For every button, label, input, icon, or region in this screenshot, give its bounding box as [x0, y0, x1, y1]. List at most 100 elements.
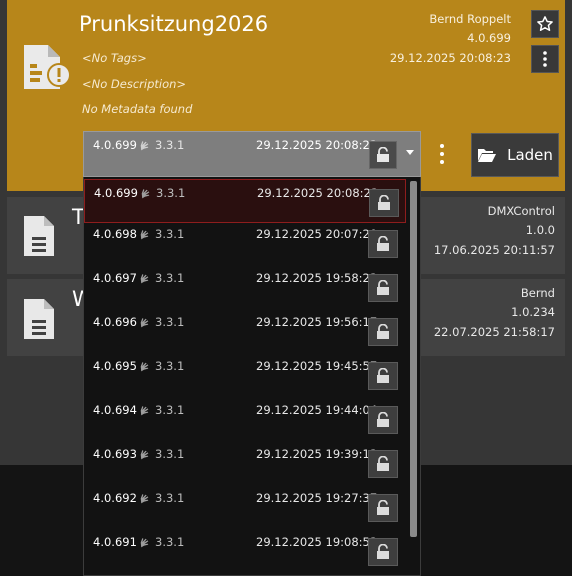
row-engine-version: 3.3.1 [155, 491, 185, 505]
row-lock-button[interactable] [369, 189, 399, 217]
project-version: 1.0.0 [525, 223, 555, 237]
load-button-label: Laden [507, 146, 553, 164]
project-tags: <No Tags> [82, 51, 147, 65]
row-engine-version: 3.3.1 [155, 315, 185, 329]
kebab-dot [440, 152, 444, 156]
project-date: 29.12.2025 20:08:23 [389, 51, 511, 65]
gesture-hand-icon [140, 405, 149, 415]
kebab-dot [440, 144, 444, 148]
load-button[interactable]: Laden [471, 133, 559, 177]
kebab-menu-icon [543, 51, 547, 67]
row-version: 4.0.691 [93, 535, 137, 549]
row-engine-version: 3.3.1 [155, 227, 185, 241]
row-lock-button[interactable] [368, 230, 398, 258]
version-row[interactable]: 4.0.694 3.3.1 29.12.2025 19:44:04 [84, 397, 406, 441]
row-date: 29.12.2025 20:07:20 [256, 227, 378, 241]
row-lock-button[interactable] [368, 538, 398, 566]
combo-date: 29.12.2025 20:08:23 [256, 138, 378, 152]
row-engine: 3.3.1 [138, 315, 184, 332]
row-engine: 3.3.1 [138, 491, 184, 508]
row-date: 29.12.2025 20:08:23 [257, 186, 379, 200]
row-engine: 3.3.1 [139, 186, 185, 203]
gesture-hand-icon [140, 229, 149, 239]
chevron-down-icon[interactable] [406, 150, 414, 155]
row-engine-version: 3.3.1 [155, 359, 185, 373]
gesture-hand-icon [140, 493, 149, 503]
row-version: 4.0.697 [93, 271, 137, 285]
document-icon [23, 298, 55, 340]
unlock-icon [377, 456, 389, 471]
row-engine-version: 3.3.1 [155, 403, 185, 417]
version-menu-button[interactable] [428, 134, 456, 174]
unlock-icon [377, 544, 389, 559]
folder-open-icon [478, 149, 497, 162]
version-select[interactable]: 4.0.699 3.3.1 29.12.2025 20:08:23 [83, 131, 421, 177]
gesture-hand-icon [140, 317, 149, 327]
row-version: 4.0.698 [93, 227, 137, 241]
lock-toggle-button[interactable] [369, 141, 397, 169]
row-date: 29.12.2025 19:08:53 [256, 535, 378, 549]
row-engine-version: 3.3.1 [156, 186, 186, 200]
version-row[interactable]: 4.0.697 3.3.1 29.12.2025 19:58:23 [84, 265, 406, 309]
row-lock-button[interactable] [368, 362, 398, 390]
row-date: 29.12.2025 19:27:37 [256, 491, 378, 505]
document-warning-icon [23, 44, 73, 90]
row-date: 29.12.2025 19:56:17 [256, 315, 378, 329]
kebab-dot [440, 160, 444, 164]
row-lock-button[interactable] [368, 318, 398, 346]
unlock-icon [377, 236, 389, 251]
unlock-icon [377, 500, 389, 515]
favorite-button[interactable] [531, 10, 559, 38]
project-title: Prunksitzung2026 [79, 12, 269, 36]
version-row[interactable]: 4.0.692 3.3.1 29.12.2025 19:27:37 [84, 485, 406, 529]
project-description: <No Description> [82, 77, 187, 91]
version-row[interactable]: 4.0.698 3.3.1 29.12.2025 20:07:20 [84, 221, 406, 265]
scrollbar-thumb[interactable] [410, 181, 417, 537]
unlock-icon [377, 280, 389, 295]
star-icon [537, 16, 553, 31]
combo-engine-version: 3.3.1 [155, 138, 185, 152]
card-menu-button[interactable] [531, 45, 559, 73]
gesture-hand-icon [140, 449, 149, 459]
row-engine: 3.3.1 [138, 359, 184, 376]
unlock-icon [377, 147, 389, 162]
gesture-hand-icon [140, 140, 149, 150]
row-date: 29.12.2025 19:39:13 [256, 447, 378, 461]
row-engine: 3.3.1 [138, 447, 184, 464]
row-version: 4.0.696 [93, 315, 137, 329]
row-date: 29.12.2025 19:44:04 [256, 403, 378, 417]
version-row[interactable]: 4.0.693 3.3.1 29.12.2025 19:39:13 [84, 441, 406, 485]
version-row[interactable]: 4.0.696 3.3.1 29.12.2025 19:56:17 [84, 309, 406, 353]
project-version: 1.0.234 [511, 305, 555, 319]
row-lock-button[interactable] [368, 450, 398, 478]
row-engine: 3.3.1 [138, 535, 184, 552]
version-row[interactable]: 4.0.691 3.3.1 29.12.2025 19:08:53 [84, 529, 406, 573]
gesture-hand-icon [141, 188, 150, 198]
project-author: Bernd Roppelt [429, 12, 511, 26]
row-engine: 3.3.1 [138, 403, 184, 420]
row-lock-button[interactable] [368, 274, 398, 302]
unlock-icon [377, 324, 389, 339]
version-dropdown-list[interactable]: 4.0.691 3.3.1 29.12.2025 19:08:53 4.0.692 3.… [83, 177, 421, 576]
project-date: 22.07.2025 21:58:17 [433, 325, 555, 339]
document-icon [23, 215, 55, 257]
row-lock-button[interactable] [368, 494, 398, 522]
version-row[interactable]: 4.0.699 3.3.1 29.12.2025 20:08:23 [84, 179, 406, 223]
row-version: 4.0.692 [93, 491, 137, 505]
row-date: 29.12.2025 19:58:23 [256, 271, 378, 285]
row-date: 29.12.2025 19:45:57 [256, 359, 378, 373]
version-row[interactable]: 4.0.695 3.3.1 29.12.2025 19:45:57 [84, 353, 406, 397]
row-engine-version: 3.3.1 [155, 535, 185, 549]
unlock-icon [378, 195, 390, 210]
row-lock-button[interactable] [368, 406, 398, 434]
project-metadata: No Metadata found [82, 102, 193, 116]
row-engine: 3.3.1 [138, 271, 184, 288]
gesture-hand-icon [140, 361, 149, 371]
row-engine-version: 3.3.1 [155, 447, 185, 461]
gesture-hand-icon [140, 537, 149, 547]
row-version: 4.0.694 [93, 403, 137, 417]
unlock-icon [377, 368, 389, 383]
row-version: 4.0.695 [93, 359, 137, 373]
project-version: 4.0.699 [467, 31, 511, 45]
project-date: 17.06.2025 20:11:57 [433, 243, 555, 257]
